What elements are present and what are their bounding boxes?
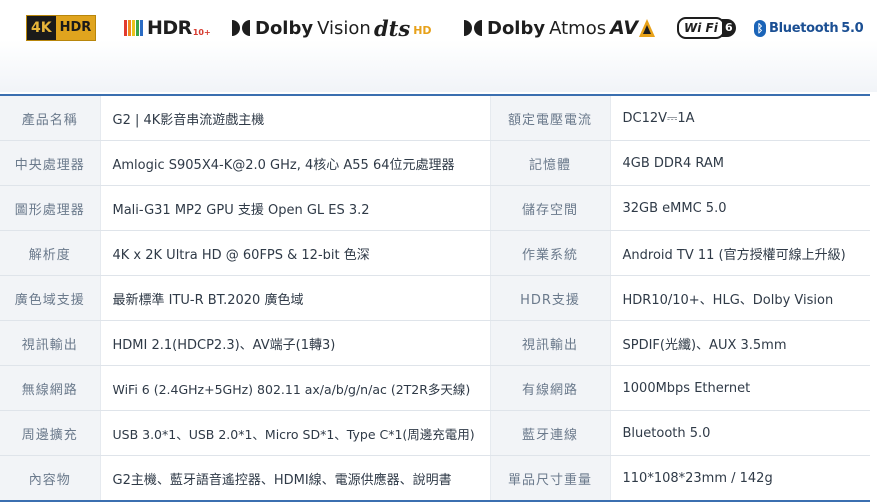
wifi-text: Wi Fi: [677, 17, 725, 39]
spec-value: SPDIF(光纖)、AUX 3.5mm: [610, 320, 870, 366]
wifi6-logo: Wi Fi 6: [677, 14, 736, 42]
spec-label: 周邊擴充: [0, 410, 101, 456]
spec-value: G2 | 4K影音串流遊戲主機: [100, 95, 491, 141]
spec-value: 1000Mbps Ethernet: [610, 365, 870, 411]
dolby-double-d-icon: [464, 20, 482, 36]
spec-label: 藍牙連線: [489, 410, 611, 456]
4k-hdr-logo: 4K HDR: [26, 15, 97, 41]
spec-value: G2主機、藍牙語音遙控器、HDMI線、電源供應器、說明書: [100, 455, 491, 501]
spec-label: 產品名稱: [0, 95, 101, 141]
bluetooth-logo: ᛒ Bluetooth 5.0: [754, 14, 864, 42]
spec-row: 產品名稱 G2 | 4K影音串流遊戲主機 額定電壓電流 DC12V⎓1A: [0, 95, 870, 141]
spec-label: 記憶體: [489, 140, 611, 186]
spec-row: 中央處理器 Amlogic S905X4-K@2.0 GHz, 4核心 A55 …: [0, 140, 870, 186]
dts-brand: dts: [374, 15, 411, 41]
spec-label: 內容物: [0, 455, 101, 501]
spec-value: Bluetooth 5.0: [610, 410, 870, 456]
dolby-vision-logo: Dolby Vision: [232, 14, 371, 42]
spec-value: 32GB eMMC 5.0: [610, 185, 870, 231]
spec-value: Mali-G31 MP2 GPU 支援 Open GL ES 3.2: [100, 185, 491, 231]
bluetooth-text: Bluetooth: [769, 20, 839, 36]
spec-value: HDR10/10+、HLG、Dolby Vision: [610, 275, 870, 321]
spec-row: 廣色域支援 最新標準 ITU-R BT.2020 廣色域 HDR支援 HDR10…: [0, 275, 870, 321]
spec-label: 廣色域支援: [0, 275, 101, 321]
spec-label: 視訊輸出: [489, 320, 611, 366]
spec-label: 視訊輸出: [0, 320, 101, 366]
dolby-double-d-icon: [232, 20, 250, 36]
spec-row: 解析度 4K x 2K Ultra HD @ 60FPS & 12-bit 色深…: [0, 230, 870, 276]
hdr10plus-suffix: 10+: [192, 28, 211, 37]
dts-hd-logo: dts HD: [374, 14, 432, 42]
spec-value: Amlogic S905X4-K@2.0 GHz, 4核心 A55 64位元處理…: [100, 140, 491, 186]
spec-table: 產品名稱 G2 | 4K影音串流遊戲主機 額定電壓電流 DC12V⎓1A 中央處…: [0, 94, 870, 502]
spec-value: DC12V⎓1A: [610, 95, 870, 141]
spec-label: 儲存空間: [489, 185, 611, 231]
spec-value: Android TV 11 (官方授權可線上升級): [610, 230, 870, 276]
spec-label: 作業系統: [489, 230, 611, 276]
dolby-atmos-brand: Dolby: [487, 17, 546, 39]
spec-value: 最新標準 ITU-R BT.2020 廣色域: [100, 275, 491, 321]
av1-triangle-icon: [639, 19, 656, 37]
spec-label: 額定電壓電流: [489, 95, 611, 141]
spec-row: 圖形處理器 Mali-G31 MP2 GPU 支援 Open GL ES 3.2…: [0, 185, 870, 231]
spec-label: 單品尺寸重量: [489, 455, 611, 501]
spec-label: 解析度: [0, 230, 101, 276]
spec-row: 周邊擴充 USB 3.0*1、USB 2.0*1、Micro SD*1、Type…: [0, 410, 870, 456]
spec-label: 圖形處理器: [0, 185, 101, 231]
feature-logo-strip: 4K HDR HDR 10+ Dolby Vision dts HD Dolby…: [0, 0, 877, 92]
dolby-atmos-product: Atmos: [549, 17, 607, 39]
hdr-text: HDR: [59, 20, 92, 35]
bluetooth-version: 5.0: [841, 20, 864, 36]
spec-value: WiFi 6 (2.4GHz+5GHz) 802.11 ax/a/b/g/n/a…: [100, 365, 491, 411]
spec-label: 有線網路: [489, 365, 611, 411]
spec-row: 視訊輸出 HDMI 2.1(HDCP2.3)、AV端子(1轉3) 視訊輸出 SP…: [0, 320, 870, 366]
spec-value: 4GB DDR4 RAM: [610, 140, 870, 186]
4k-mark: 4K: [27, 16, 56, 40]
spec-value: USB 3.0*1、USB 2.0*1、Micro SD*1、Type C*1(…: [100, 410, 491, 456]
spec-value: HDMI 2.1(HDCP2.3)、AV端子(1轉3): [100, 320, 491, 366]
spec-label: 中央處理器: [0, 140, 101, 186]
bluetooth-icon: ᛒ: [754, 19, 766, 37]
dolby-atmos-logo: Dolby Atmos: [464, 14, 606, 42]
spec-row: 內容物 G2主機、藍牙語音遙控器、HDMI線、電源供應器、說明書 單品尺寸重量 …: [0, 455, 870, 501]
spec-value: 4K x 2K Ultra HD @ 60FPS & 12-bit 色深: [100, 230, 491, 276]
spec-label: 無線網路: [0, 365, 101, 411]
hdr10plus-text: HDR: [147, 17, 192, 39]
spec-label: HDR支援: [489, 275, 611, 321]
spec-row: 無線網路 WiFi 6 (2.4GHz+5GHz) 802.11 ax/a/b/…: [0, 365, 870, 411]
dolby-vision-brand: Dolby: [255, 17, 314, 39]
spec-value: 110*108*23mm / 142g: [622, 470, 773, 486]
av1-logo: AV: [610, 14, 656, 42]
wifi-6-number: 6: [721, 19, 736, 37]
hdr10plus-logo: HDR 10+: [124, 14, 211, 42]
dolby-vision-product: Vision: [317, 17, 371, 39]
color-bars-icon: [124, 20, 144, 36]
dts-hd-suffix: HD: [413, 23, 432, 37]
av1-text: AV: [610, 17, 639, 39]
